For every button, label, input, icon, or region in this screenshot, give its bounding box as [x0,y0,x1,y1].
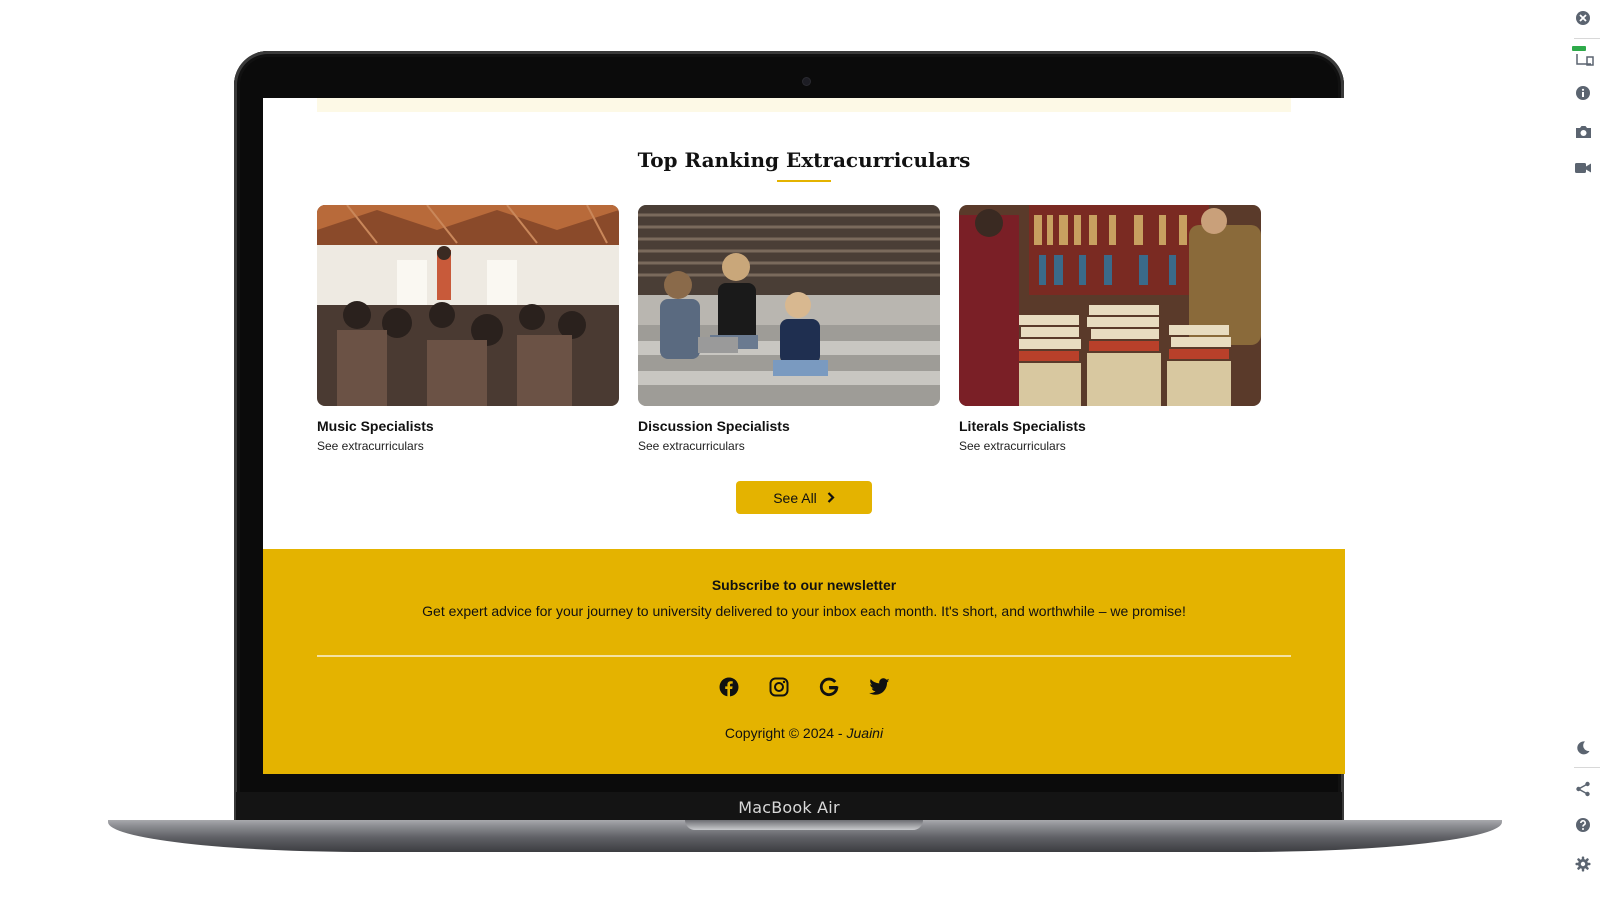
settings-icon[interactable] [1566,850,1600,878]
twitter-icon[interactable] [868,676,890,698]
card-music[interactable]: Music Specialists See extracurriculars [317,205,619,453]
card-discussion[interactable]: Discussion Specialists See extracurricul… [638,205,940,453]
google-icon[interactable] [818,676,840,698]
card-title: Literals Specialists [959,418,1086,434]
share-icon[interactable] [1566,775,1600,803]
laptop-screen: Top Ranking Extracurriculars Music Speci… [263,98,1345,774]
facebook-icon[interactable] [718,676,740,698]
copyright: Copyright © 2024 - Juaini [263,725,1345,741]
device-icon[interactable] [1566,42,1600,70]
card-image-book-stall [959,205,1261,406]
instagram-icon[interactable] [768,676,790,698]
newsletter-section: Subscribe to our newsletter Get expert a… [263,549,1345,774]
toolbar-divider [1574,767,1600,768]
social-links [263,676,1345,698]
toolbar-divider [1574,38,1600,39]
footer-divider [317,655,1291,657]
camera-icon[interactable] [1566,118,1600,146]
chevron-right-icon [827,492,835,503]
title-underline [777,180,831,182]
card-image-study-hall [317,205,619,406]
see-extracurriculars-link[interactable]: See extracurriculars [638,439,940,453]
laptop-chin: MacBook Air [236,792,1342,822]
card-literals[interactable]: Literals Specialists See extracurricular… [959,205,1261,453]
see-extracurriculars-link[interactable]: See extracurriculars [317,439,619,453]
laptop-base-notch [685,820,923,830]
device-label: MacBook Air [738,797,840,817]
close-icon[interactable] [1566,4,1600,32]
section-title: Top Ranking Extracurriculars [637,148,971,172]
card-image-students-stairs [638,205,940,406]
info-icon[interactable] [1566,79,1600,107]
see-all-label: See All [773,489,817,506]
help-icon[interactable] [1566,811,1600,839]
moon-icon[interactable] [1566,734,1600,762]
newsletter-title: Subscribe to our newsletter [711,577,897,593]
brand-name: Juaini [846,725,884,741]
see-all-button[interactable]: See All [736,481,872,514]
video-icon[interactable] [1566,154,1600,182]
see-extracurriculars-link[interactable]: See extracurriculars [959,439,1261,453]
copyright-text: Copyright © 2024 - [724,725,847,741]
newsletter-text: Get expert advice for your journey to un… [422,603,1186,619]
top-strip [317,98,1291,112]
right-toolbar [1566,0,1600,900]
card-title: Discussion Specialists [638,418,790,434]
webcam [803,78,810,85]
card-title: Music Specialists [317,418,434,434]
